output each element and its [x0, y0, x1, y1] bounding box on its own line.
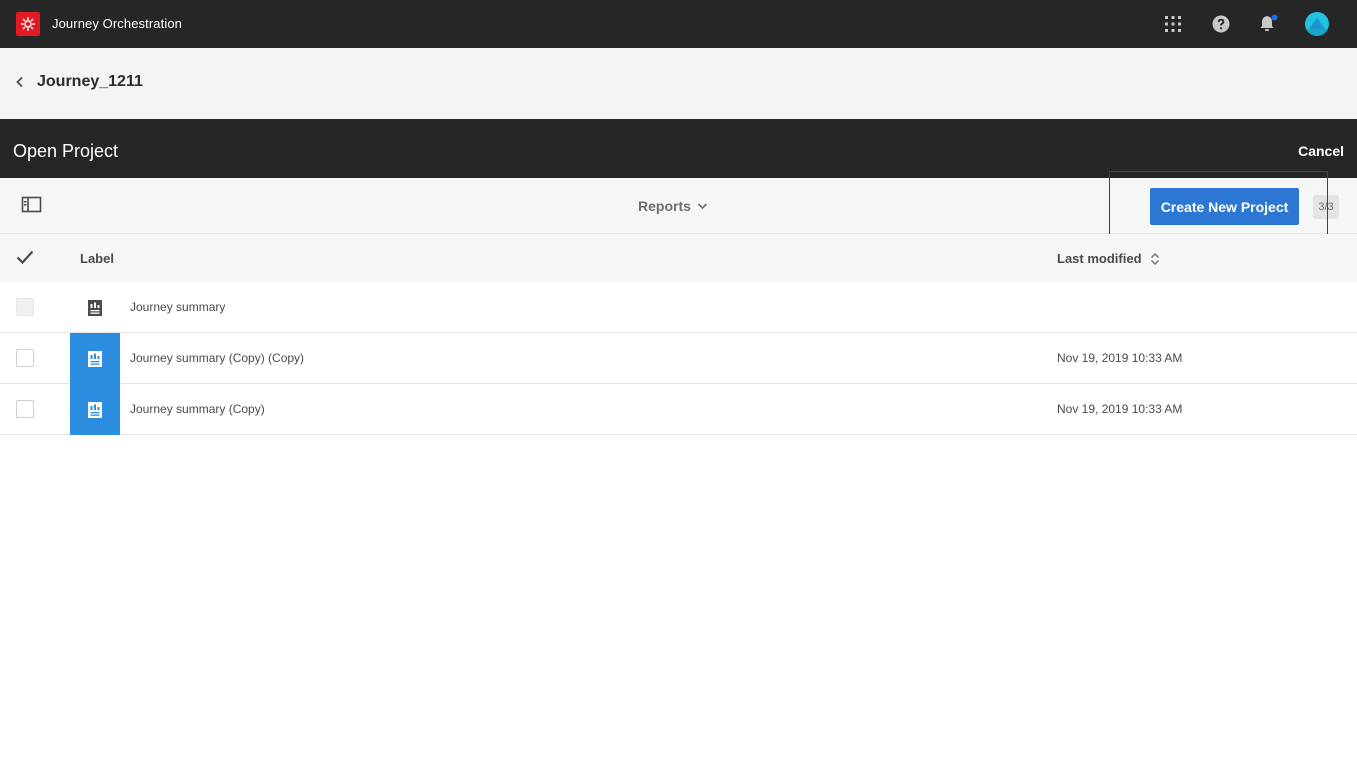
- column-header-last-modified[interactable]: Last modified: [1057, 251, 1160, 266]
- table-row[interactable]: Journey summary (Copy) (Copy) Nov 19, 20…: [0, 333, 1357, 384]
- row-modified: Nov 19, 2019 10:33 AM: [1057, 402, 1183, 416]
- dialog-header: Open Project Cancel: [0, 119, 1357, 178]
- project-report-icon: [70, 333, 120, 384]
- row-label[interactable]: Journey summary (Copy) (Copy): [130, 351, 304, 365]
- table-header: Label Last modified: [0, 234, 1357, 282]
- app-header: Journey Orchestration: [0, 0, 1357, 48]
- checkmark-icon: [16, 250, 34, 265]
- back-button[interactable]: [10, 72, 30, 92]
- last-modified-label: Last modified: [1057, 251, 1142, 266]
- table-row[interactable]: Journey summary: [0, 282, 1357, 333]
- user-avatar[interactable]: [1305, 12, 1329, 36]
- help-icon[interactable]: [1209, 12, 1233, 36]
- row-checkbox: [16, 298, 34, 316]
- rail-toggle-button[interactable]: [21, 195, 43, 215]
- row-checkbox[interactable]: [16, 349, 34, 367]
- rail-toggle-icon: [21, 196, 42, 213]
- create-new-project-button[interactable]: Create New Project: [1150, 188, 1299, 225]
- column-header-label[interactable]: Label: [80, 251, 114, 266]
- app-title: Journey Orchestration: [52, 16, 182, 31]
- table-row[interactable]: Journey summary (Copy) Nov 19, 2019 10:3…: [0, 384, 1357, 435]
- reports-dropdown[interactable]: Reports: [638, 198, 708, 214]
- project-report-icon: [70, 384, 120, 435]
- row-checkbox[interactable]: [16, 400, 34, 418]
- row-label[interactable]: Journey summary: [130, 300, 225, 314]
- project-count-badge: 3/3: [1313, 195, 1339, 219]
- logo-glyph-icon: [21, 17, 35, 31]
- journey-header: Journey_1211: [0, 48, 1357, 119]
- select-all-checkbox[interactable]: [16, 249, 34, 265]
- reports-dropdown-label: Reports: [638, 198, 691, 214]
- adobe-journey-logo-icon[interactable]: [16, 12, 40, 36]
- row-label[interactable]: Journey summary (Copy): [130, 402, 265, 416]
- notification-bell-icon[interactable]: [1256, 12, 1280, 36]
- journey-title: Journey_1211: [37, 73, 143, 90]
- apps-grid-icon[interactable]: [1161, 12, 1185, 36]
- chevron-down-icon: [697, 203, 707, 210]
- project-toolbar: Reports Create New Project 3/3: [0, 178, 1357, 234]
- chevron-left-icon: [16, 76, 23, 88]
- sort-icon: [1150, 252, 1159, 265]
- row-modified: Nov 19, 2019 10:33 AM: [1057, 351, 1183, 365]
- cancel-button[interactable]: Cancel: [1298, 143, 1344, 159]
- project-report-icon: [70, 282, 120, 333]
- dialog-title: Open Project: [13, 141, 119, 161]
